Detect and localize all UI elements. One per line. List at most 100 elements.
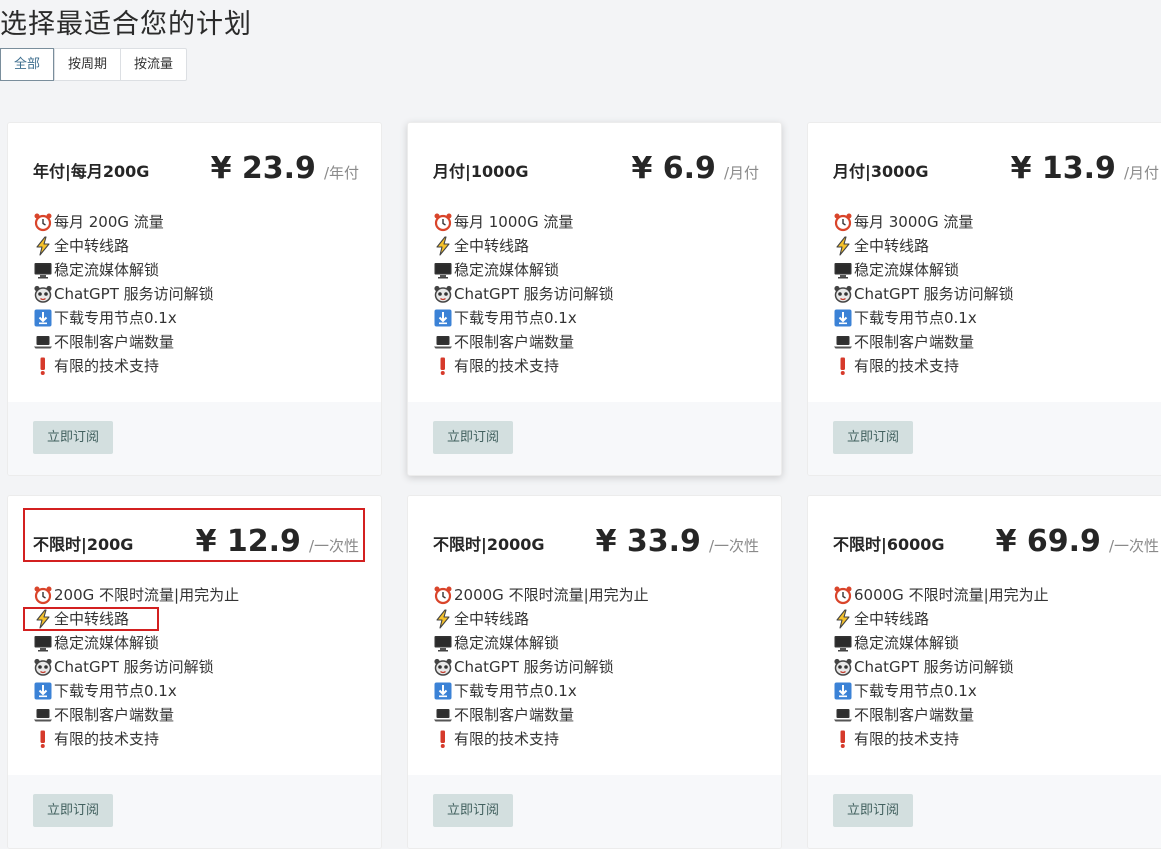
feature-text: 不限制客户端数量	[854, 706, 975, 724]
monitor-icon	[433, 633, 453, 653]
plan-price-group: ¥ 33.9/一次性	[596, 524, 759, 559]
feature-item: 每月 200G 流量	[33, 210, 214, 234]
monitor-icon	[433, 260, 453, 280]
feature-item: 全中转线路	[33, 234, 214, 258]
feature-text: 不限制客户端数量	[454, 706, 575, 724]
download-arrow-icon	[833, 308, 853, 328]
plan-card-1: 年付|每月200G ¥ 23.9/年付 每月 200G 流量 全中转线路稳定流媒体…	[7, 122, 382, 476]
tab-all[interactable]: 全部	[0, 48, 55, 81]
feature-item: 不限制客户端数量	[33, 703, 239, 727]
subscribe-button[interactable]: 立即订阅	[833, 794, 914, 827]
feature-text: 全中转线路	[454, 610, 530, 628]
feature-list: 每月 1000G 流量 全中转线路 稳定流媒体解锁 ChatGPT 服务访问解锁 下载专…	[433, 210, 614, 378]
feature-item: ChatGPT 服务访问解锁	[433, 655, 649, 679]
subscribe-button[interactable]: 立即订阅	[433, 794, 514, 827]
feature-text: 每月 1000G 流量	[454, 213, 574, 231]
alarm-clock-icon	[433, 585, 453, 605]
feature-text: 全中转线路	[54, 237, 130, 255]
feature-text: 每月 200G 流量	[54, 213, 164, 231]
lightning-icon	[433, 236, 453, 256]
plan-price-group: ¥ 23.9/年付	[211, 151, 359, 186]
feature-item: 每月 3000G 流量	[833, 210, 1014, 234]
feature-text: 每月 3000G 流量	[854, 213, 974, 231]
feature-item: ChatGPT 服务访问解锁	[833, 282, 1014, 306]
plan-filter-tabs: 全部 按周期 按流量	[0, 48, 188, 81]
feature-item: 有限的技术支持	[33, 727, 239, 751]
feature-text: 不限制客户端数量	[54, 706, 175, 724]
feature-text: 2000G 不限时流量|用完为止	[454, 586, 649, 604]
feature-item: 2000G 不限时流量|用完为止	[433, 583, 649, 607]
lightning-icon	[33, 236, 53, 256]
feature-item: 稳定流媒体解锁	[433, 258, 614, 282]
plan-card-5: 不限时|2000G ¥ 33.9/一次性 2000G 不限时流量|用完为止 全中转…	[407, 495, 782, 849]
plan-card-header: 年付|每月200G ¥ 23.9/年付	[33, 151, 359, 191]
alarm-clock-icon	[433, 212, 453, 232]
plan-card-3: 月付|3000G ¥ 13.9/月付 每月 3000G 流量 全中转线路稳定流媒体…	[807, 122, 1161, 476]
subscribe-button[interactable]: 立即订阅	[33, 794, 114, 827]
plan-card-footer: 立即订阅	[408, 775, 781, 848]
feature-list: 6000G 不限时流量|用完为止 全中转线路 稳定流媒体解锁 ChatGPT 服务访问…	[833, 583, 1049, 751]
alarm-clock-icon	[33, 585, 53, 605]
feature-text: 200G 不限时流量|用完为止	[54, 586, 240, 604]
feature-item: 下载专用节点0.1x	[433, 679, 649, 703]
exclamation-icon	[433, 729, 453, 749]
feature-item: 不限制客户端数量	[433, 330, 614, 354]
feature-text: 全中转线路	[854, 610, 930, 628]
monitor-icon	[833, 633, 853, 653]
feature-text: 有限的技术支持	[854, 357, 960, 375]
feature-item: 稳定流媒体解锁	[833, 258, 1014, 282]
plan-price: ¥ 6.9	[631, 151, 716, 186]
subscribe-button[interactable]: 立即订阅	[33, 421, 114, 454]
download-arrow-icon	[833, 681, 853, 701]
feature-text: 下载专用节点0.1x	[454, 682, 577, 700]
tab-by-traffic[interactable]: 按流量	[120, 49, 186, 80]
plan-name: 不限时|6000G	[833, 535, 945, 554]
laptop-icon	[833, 332, 853, 352]
feature-item: 不限制客户端数量	[33, 330, 214, 354]
feature-text: 不限制客户端数量	[54, 333, 175, 351]
plan-price: ¥ 69.9	[995, 524, 1101, 559]
monitor-icon	[833, 260, 853, 280]
feature-text: 全中转线路	[854, 237, 930, 255]
plan-card-footer: 立即订阅	[808, 775, 1161, 848]
plan-price: ¥ 23.9	[210, 151, 316, 186]
feature-item: 全中转线路	[833, 234, 1014, 258]
feature-text: 下载专用节点0.1x	[854, 309, 977, 327]
alarm-clock-icon	[833, 585, 853, 605]
feature-item: 稳定流媒体解锁	[833, 631, 1049, 655]
feature-text: 稳定流媒体解锁	[454, 634, 560, 652]
tab-by-period[interactable]: 按周期	[54, 49, 120, 80]
feature-item: 稳定流媒体解锁	[33, 631, 239, 655]
plan-card-header: 不限时|2000G ¥ 33.9/一次性	[433, 524, 759, 564]
feature-item: 有限的技术支持	[33, 354, 214, 378]
feature-item: 下载专用节点0.1x	[33, 679, 239, 703]
subscribe-button[interactable]: 立即订阅	[833, 421, 914, 454]
feature-item: ChatGPT 服务访问解锁	[433, 282, 614, 306]
feature-list: 每月 200G 流量 全中转线路稳定流媒体解锁 ChatGPT 服务访问解锁 下载专用…	[33, 210, 214, 378]
feature-text: ChatGPT 服务访问解锁	[454, 658, 614, 676]
bear-icon	[833, 657, 853, 677]
feature-text: 稳定流媒体解锁	[54, 261, 160, 279]
feature-item: 稳定流媒体解锁	[33, 258, 214, 282]
lightning-icon	[833, 609, 853, 629]
feature-list: 2000G 不限时流量|用完为止 全中转线路稳定流媒体解锁 ChatGPT 服务访问…	[433, 583, 649, 751]
feature-item: ChatGPT 服务访问解锁	[33, 282, 214, 306]
feature-list: 每月 3000G 流量 全中转线路稳定流媒体解锁 ChatGPT 服务访问解锁下载专…	[833, 210, 1014, 378]
feature-item: 全中转线路	[433, 607, 649, 631]
plan-card-header: 月付|3000G ¥ 13.9/月付	[833, 151, 1159, 191]
feature-item: 不限制客户端数量	[433, 703, 649, 727]
laptop-icon	[33, 705, 53, 725]
feature-text: 稳定流媒体解锁	[54, 634, 160, 652]
feature-item: ChatGPT 服务访问解锁	[33, 655, 239, 679]
feature-item: 下载专用节点0.1x	[33, 306, 214, 330]
subscribe-button[interactable]: 立即订阅	[433, 421, 514, 454]
feature-item: 有限的技术支持	[433, 354, 614, 378]
feature-item: 下载专用节点0.1x	[833, 306, 1014, 330]
plan-price-group: ¥ 6.9/月付	[631, 151, 759, 186]
plan-card-6: 不限时|6000G ¥ 69.9/一次性 6000G 不限时流量|用完为止 全中转…	[807, 495, 1161, 849]
plan-period: /月付	[1123, 164, 1159, 182]
plan-price: ¥ 33.9	[595, 524, 701, 559]
feature-item: 下载专用节点0.1x	[833, 679, 1049, 703]
monitor-icon	[33, 633, 53, 653]
plan-card-footer: 立即订阅	[8, 775, 381, 848]
